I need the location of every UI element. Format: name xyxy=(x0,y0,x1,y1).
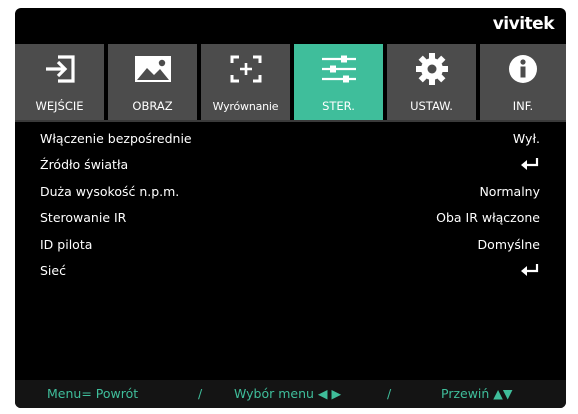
menu-item-label: Sterowanie IR xyxy=(40,210,127,226)
brand-logo: vivitek xyxy=(492,14,555,34)
enter-icon xyxy=(521,158,539,173)
alignment-icon xyxy=(201,52,290,86)
menu-item-label: Źródło światła xyxy=(40,157,129,173)
menu-item-light-source[interactable]: Źródło światła xyxy=(15,152,566,178)
menu-item-network[interactable]: Sieć xyxy=(15,258,566,284)
menu-item-direct-power-on[interactable]: Włączenie bezpośrednie Wył. xyxy=(15,126,566,152)
tab-input[interactable]: WEJŚCIE xyxy=(15,44,104,120)
gear-icon xyxy=(387,52,476,86)
menu-item-value: Oba IR włączone xyxy=(436,210,540,226)
menu-list: Włączenie bezpośrednie Wył. Źródło świat… xyxy=(15,126,566,284)
menu-item-value: Wył. xyxy=(512,131,540,146)
osd-menu: vivitek WEJŚCIE OBRAZ Wyrównanie STER. U… xyxy=(15,8,566,408)
tab-bar: WEJŚCIE OBRAZ Wyrównanie STER. USTAW. IN… xyxy=(15,44,566,120)
tab-alignment[interactable]: Wyrównanie xyxy=(201,44,290,120)
info-icon xyxy=(480,52,566,86)
menu-item-value: Domyślne xyxy=(477,236,540,252)
tab-info[interactable]: INF. xyxy=(480,44,566,120)
sliders-icon xyxy=(294,52,383,86)
tab-image[interactable]: OBRAZ xyxy=(108,44,197,120)
tab-label: Wyrównanie xyxy=(212,100,279,113)
menu-item-value: Normalny xyxy=(479,183,540,199)
footer-hint-bar: Menu= Powrót / Wybór menu ◀ ▶ / Przewiń … xyxy=(15,380,566,408)
tab-label: INF. xyxy=(512,99,534,113)
tab-label: STER. xyxy=(322,99,355,113)
menu-item-label: Sieć xyxy=(40,262,66,278)
menu-item-label: Włączenie bezpośrednie xyxy=(40,131,192,146)
tab-label: WEJŚCIE xyxy=(35,99,84,113)
menu-item-label: ID pilota xyxy=(40,236,93,252)
tab-label: USTAW. xyxy=(410,99,453,113)
tab-label: OBRAZ xyxy=(132,99,173,113)
brand-bar: vivitek xyxy=(15,8,566,38)
footer-separator: / xyxy=(198,386,203,401)
menu-item-high-altitude[interactable]: Duża wysokość n.p.m. Normalny xyxy=(15,179,566,205)
menu-item-remote-id[interactable]: ID pilota Domyślne xyxy=(15,232,566,258)
menu-item-label: Duża wysokość n.p.m. xyxy=(40,183,180,199)
footer-scroll-hint: Przewiń ▲▼ xyxy=(441,386,513,401)
tab-control[interactable]: STER. xyxy=(294,44,383,120)
footer-select-hint: Wybór menu ◀ ▶ xyxy=(234,386,342,401)
tab-settings[interactable]: USTAW. xyxy=(387,44,476,120)
input-icon xyxy=(15,52,104,86)
menu-item-ir-control[interactable]: Sterowanie IR Oba IR włączone xyxy=(15,205,566,231)
footer-separator: / xyxy=(387,386,392,401)
enter-icon xyxy=(521,263,539,279)
image-icon xyxy=(108,52,197,86)
footer-back-hint: Menu= Powrót xyxy=(47,386,139,401)
tab-divider xyxy=(15,120,566,122)
